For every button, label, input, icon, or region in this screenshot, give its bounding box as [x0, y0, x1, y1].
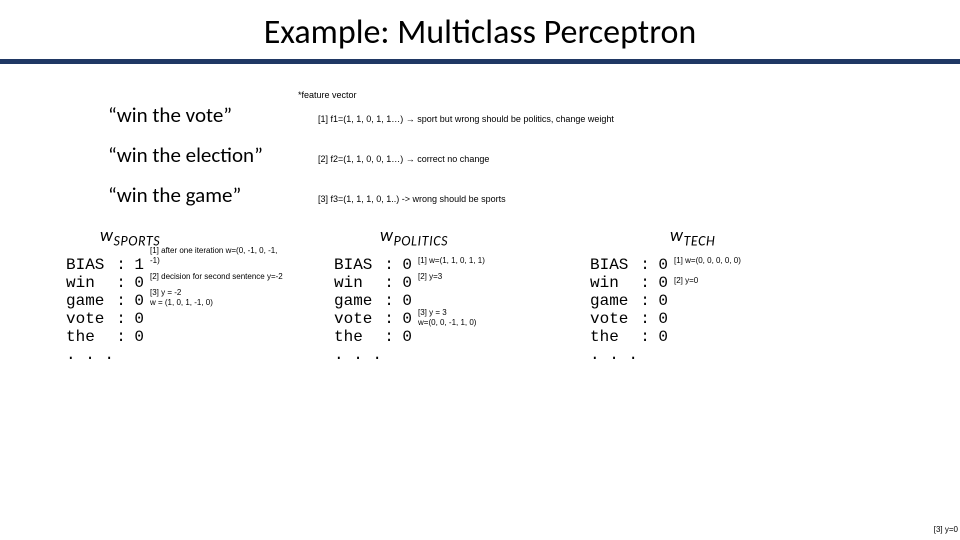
row-label: game	[590, 292, 638, 310]
row-value: 0	[396, 328, 412, 346]
colon: :	[382, 274, 396, 292]
row-label: the	[590, 328, 638, 346]
row-value: 0	[396, 310, 412, 328]
row-label: BIAS	[334, 256, 382, 274]
w-symbol: w	[380, 224, 393, 246]
row-value: 0	[652, 292, 668, 310]
tech-block: BIAS:0 win:0 game:0 vote:0 the:0 . . . […	[590, 256, 788, 364]
anno-2: [2] y=3	[418, 272, 552, 282]
row-label: vote	[334, 310, 382, 328]
colon: :	[638, 256, 652, 274]
row-label: vote	[590, 310, 638, 328]
politics-block: BIAS:0 win:0 game:0 vote:0 the:0 . . . […	[334, 256, 552, 364]
w-sub: TECH	[683, 233, 715, 250]
row-label: BIAS	[590, 256, 638, 274]
colon: :	[114, 292, 128, 310]
header-w-politics: wPOLITICS	[380, 224, 590, 250]
colon: :	[638, 274, 652, 292]
example-phrase-2: “win the election”	[108, 142, 318, 168]
row-value: 0	[652, 328, 668, 346]
sports-vector: BIAS:1 win:0 game:0 vote:0 the:0 . . .	[66, 256, 144, 364]
colon: :	[382, 256, 396, 274]
example-row: “win the vote” [1] f1=(1, 1, 0, 1, 1…) →…	[108, 102, 960, 128]
colon: :	[114, 328, 128, 346]
row-value: 0	[128, 292, 144, 310]
slide-title: Example: Multiclass Perceptron	[0, 0, 960, 59]
anno-3: [3] y = -2 w = (1, 0, 1, -1, 0)	[150, 288, 284, 308]
example-row: “win the election” [2] f2=(1, 1, 0, 0, 1…	[108, 142, 960, 168]
anno-1: [1] w=(1, 1, 0, 1, 1)	[418, 256, 552, 266]
w-sub: POLITICS	[393, 233, 448, 250]
row-label: game	[66, 292, 114, 310]
example-phrase-3: “win the game”	[108, 182, 318, 208]
sports-annotations: [1] after one iteration w=(0, -1, 0, -1,…	[144, 256, 284, 364]
w-symbol: w	[670, 224, 683, 246]
anno-3: [3] y = 3 w=(0, 0, -1, 1, 0)	[418, 308, 552, 328]
colon: :	[382, 328, 396, 346]
row-value: 0	[396, 256, 412, 274]
tech-annotations: [1] w=(0, 0, 0, 0, 0) [2] y=0	[668, 256, 788, 364]
colon: :	[382, 292, 396, 310]
example-phrase-1: “win the vote”	[108, 102, 318, 128]
row-label: win	[66, 274, 114, 292]
politics-annotations: [1] w=(1, 1, 0, 1, 1) [2] y=3 [3] y = 3 …	[412, 256, 552, 364]
colon: :	[382, 310, 396, 328]
row-value: 0	[652, 274, 668, 292]
row-value: 0	[396, 274, 412, 292]
row-value: 0	[652, 256, 668, 274]
row-value: 0	[128, 274, 144, 292]
row-label: game	[334, 292, 382, 310]
example-note-3: [3] f3=(1, 1, 1, 0, 1..) -> wrong should…	[318, 194, 506, 204]
example-note-2: [2] f2=(1, 1, 0, 0, 1…) → correct no cha…	[318, 154, 489, 164]
row-value: 0	[396, 292, 412, 310]
tech-vector: BIAS:0 win:0 game:0 vote:0 the:0 . . .	[590, 256, 668, 364]
colon: :	[638, 292, 652, 310]
w-symbol: w	[100, 224, 113, 246]
row-value: 0	[128, 310, 144, 328]
weight-headers: wSPORTS wPOLITICS wTECH	[0, 224, 960, 250]
example-note-1: [1] f1=(1, 1, 0, 1, 1…) → sport but wron…	[318, 114, 614, 124]
colon: :	[114, 310, 128, 328]
row-value: 0	[652, 310, 668, 328]
title-divider	[0, 59, 960, 64]
colon: :	[638, 328, 652, 346]
anno-1: [1] after one iteration w=(0, -1, 0, -1,…	[150, 246, 284, 266]
weight-tables: BIAS:1 win:0 game:0 vote:0 the:0 . . . […	[0, 256, 960, 364]
anno-1: [1] w=(0, 0, 0, 0, 0)	[674, 256, 788, 266]
row-label: the	[66, 328, 114, 346]
row-label: vote	[66, 310, 114, 328]
colon: :	[638, 310, 652, 328]
row-label: the	[334, 328, 382, 346]
row-value: 0	[128, 328, 144, 346]
row-label: BIAS	[66, 256, 114, 274]
colon: :	[114, 256, 128, 274]
row-label: . . .	[334, 346, 382, 364]
row-label: win	[334, 274, 382, 292]
colon: :	[114, 274, 128, 292]
anno-2: [2] y=0	[674, 276, 788, 286]
row-value: 1	[128, 256, 144, 274]
feature-vector-label: *feature vector	[298, 90, 960, 100]
politics-vector: BIAS:0 win:0 game:0 vote:0 the:0 . . .	[334, 256, 412, 364]
anno-2: [2] decision for second sentence y=-2	[150, 272, 284, 282]
row-label: . . .	[590, 346, 638, 364]
example-row: “win the game” [3] f3=(1, 1, 1, 0, 1..) …	[108, 182, 960, 208]
sports-block: BIAS:1 win:0 game:0 vote:0 the:0 . . . […	[66, 256, 284, 364]
header-w-tech: wTECH	[670, 224, 715, 250]
tech-anno-3: [3] y=0	[934, 525, 958, 534]
row-label: win	[590, 274, 638, 292]
examples-block: *feature vector “win the vote” [1] f1=(1…	[108, 90, 960, 208]
row-label: . . .	[66, 346, 114, 364]
